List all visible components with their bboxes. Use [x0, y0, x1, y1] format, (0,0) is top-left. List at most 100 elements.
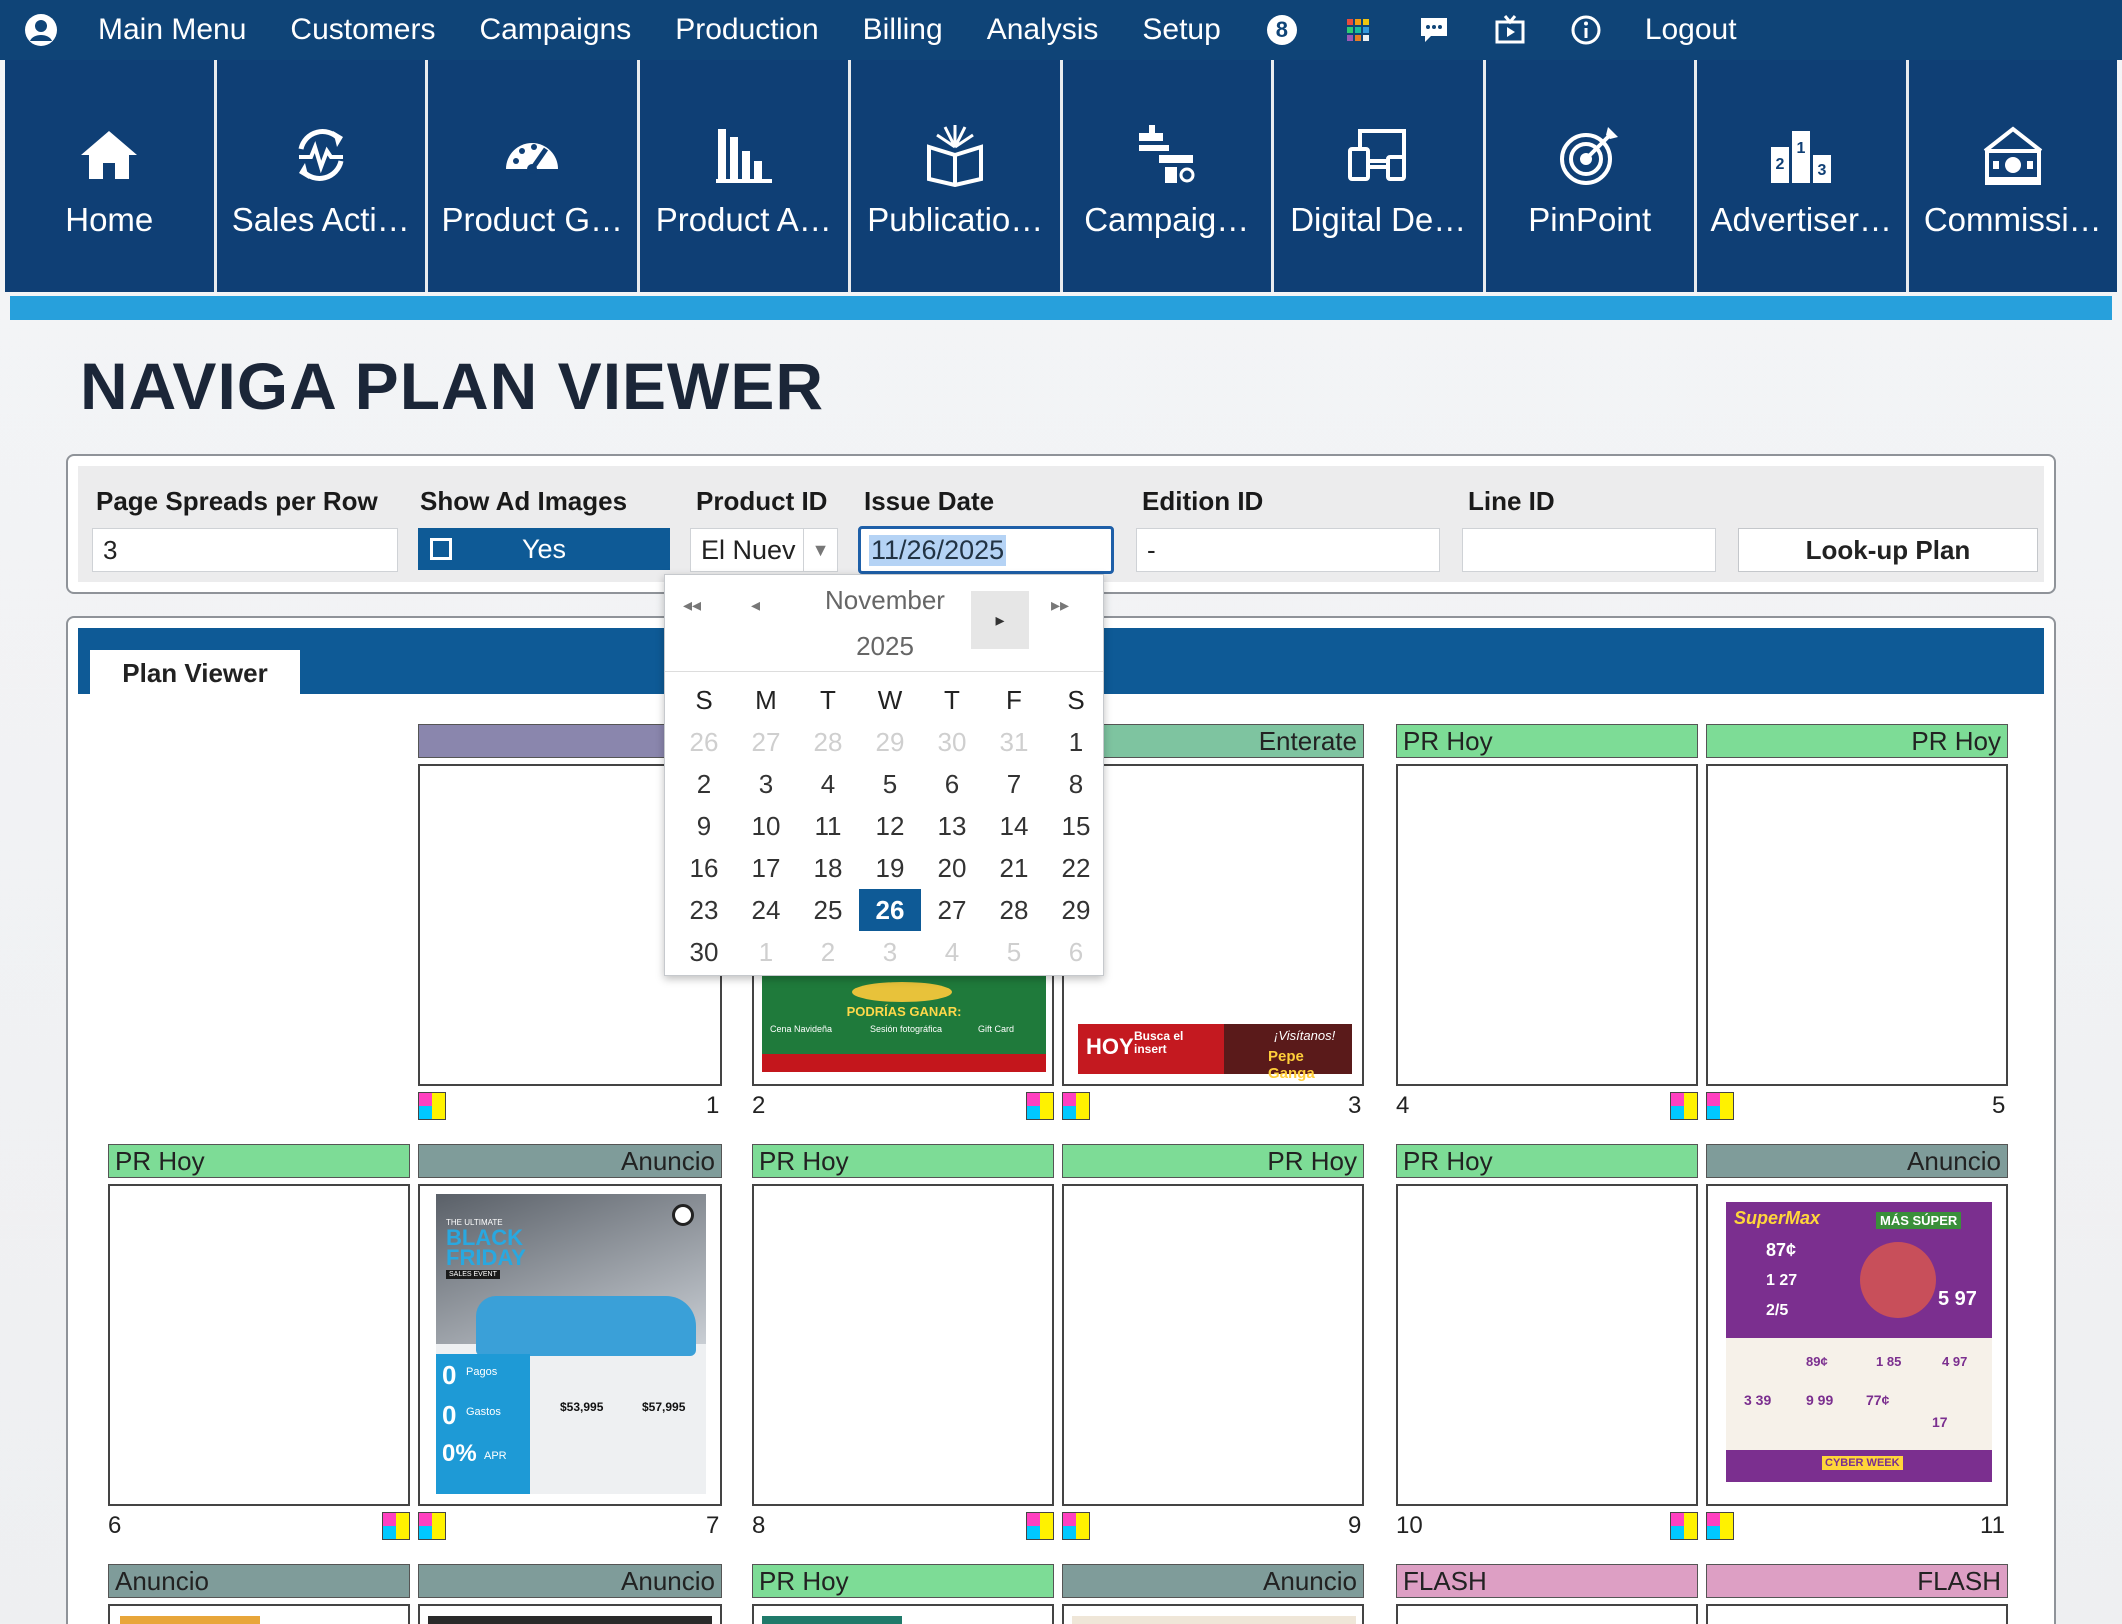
- ad-image[interactable]: HOY Busca el insert ¡Visítanos! Pepe Gan…: [1078, 1024, 1352, 1082]
- tile-commission[interactable]: Commissi…: [1908, 60, 2117, 292]
- spreads-input[interactable]: 3: [92, 528, 398, 572]
- calendar-day[interactable]: 10: [735, 805, 797, 847]
- calendar-day[interactable]: 19: [859, 847, 921, 889]
- tile-campaign[interactable]: Campaig…: [1062, 60, 1271, 292]
- color-mode-icon[interactable]: [1026, 1512, 1054, 1540]
- calendar-day[interactable]: 26: [673, 721, 735, 763]
- tile-publication[interactable]: Publicatio…: [851, 60, 1060, 292]
- calendar-day[interactable]: 14: [983, 805, 1045, 847]
- apps-grid-icon[interactable]: [1341, 13, 1375, 47]
- ad-image[interactable]: SuperMax MÁS SÚPER 87¢ 1 27 2/5 5 97 3 3…: [1726, 1202, 1992, 1482]
- tab-plan-viewer[interactable]: Plan Viewer: [90, 650, 300, 696]
- tile-product-g[interactable]: Product G…: [428, 60, 637, 292]
- tile-product-a[interactable]: Product A…: [639, 60, 848, 292]
- menu-setup[interactable]: Setup: [1142, 13, 1220, 47]
- calendar-day[interactable]: 11: [797, 805, 859, 847]
- calendar-day[interactable]: 12: [859, 805, 921, 847]
- calendar-day[interactable]: 30: [673, 931, 735, 973]
- calendar-day[interactable]: 8: [1045, 763, 1107, 805]
- calendar-day[interactable]: 16: [673, 847, 735, 889]
- page-17[interactable]: [1706, 1604, 2008, 1624]
- page-6[interactable]: [108, 1184, 410, 1506]
- product-select[interactable]: El Nuev ▼: [690, 528, 838, 572]
- page-14[interactable]: [752, 1604, 1054, 1624]
- calendar-day[interactable]: 25: [797, 889, 859, 931]
- tile-digital-de[interactable]: Digital De…: [1274, 60, 1483, 292]
- calendar-day[interactable]: 28: [797, 721, 859, 763]
- menu-billing[interactable]: Billing: [863, 13, 943, 47]
- calendar-day[interactable]: 13: [921, 805, 983, 847]
- chevron-down-icon[interactable]: ▼: [803, 529, 837, 571]
- page-8[interactable]: [752, 1184, 1054, 1506]
- calendar-day[interactable]: 7: [983, 763, 1045, 805]
- ad-image[interactable]: [120, 1616, 260, 1624]
- color-mode-icon[interactable]: [382, 1512, 410, 1540]
- ad-image[interactable]: THE ULTIMATE BLACK FRIDAY SALES EVENT 0 …: [436, 1194, 706, 1494]
- next-month-icon[interactable]: ▸: [971, 591, 1029, 649]
- color-mode-icon[interactable]: [1062, 1512, 1090, 1540]
- page-5[interactable]: [1706, 764, 2008, 1086]
- color-mode-icon[interactable]: [418, 1092, 446, 1120]
- info-icon[interactable]: [1569, 13, 1603, 47]
- calendar-day[interactable]: 23: [673, 889, 735, 931]
- calendar-day[interactable]: 27: [921, 889, 983, 931]
- notification-badge[interactable]: 8: [1265, 13, 1299, 47]
- calendar-day[interactable]: 31: [983, 721, 1045, 763]
- calendar-day[interactable]: 4: [921, 931, 983, 973]
- calendar-day[interactable]: 3: [735, 763, 797, 805]
- issue-date-input[interactable]: 11/26/2025: [858, 526, 1114, 574]
- page-16[interactable]: [1396, 1604, 1698, 1624]
- color-mode-icon[interactable]: [1670, 1092, 1698, 1120]
- calendar-day[interactable]: 6: [921, 763, 983, 805]
- lookup-plan-button[interactable]: Look-up Plan: [1738, 528, 2038, 572]
- ad-image[interactable]: [1072, 1616, 1356, 1624]
- calendar-day[interactable]: 27: [735, 721, 797, 763]
- user-icon[interactable]: [24, 13, 58, 47]
- page-12[interactable]: [108, 1604, 410, 1624]
- calendar-day[interactable]: 17: [735, 847, 797, 889]
- calendar-day[interactable]: 22: [1045, 847, 1107, 889]
- tile-sales-activity[interactable]: Sales Acti…: [216, 60, 425, 292]
- calendar-day[interactable]: 4: [797, 763, 859, 805]
- menu-analysis[interactable]: Analysis: [987, 13, 1099, 47]
- menu-production[interactable]: Production: [675, 13, 818, 47]
- color-mode-icon[interactable]: [1062, 1092, 1090, 1120]
- tile-advertiser[interactable]: 213 Advertiser…: [1697, 60, 1906, 292]
- tile-home[interactable]: Home: [5, 60, 214, 292]
- calendar-day[interactable]: 6: [1045, 931, 1107, 973]
- menu-customers[interactable]: Customers: [290, 13, 435, 47]
- edition-input[interactable]: -: [1136, 528, 1440, 572]
- calendar-day[interactable]: 29: [859, 721, 921, 763]
- menu-campaigns[interactable]: Campaigns: [479, 13, 631, 47]
- page-10[interactable]: [1396, 1184, 1698, 1506]
- menu-main-menu[interactable]: Main Menu: [98, 13, 246, 47]
- calendar-day[interactable]: 5: [983, 931, 1045, 973]
- page-13[interactable]: [418, 1604, 722, 1624]
- logout-link[interactable]: Logout: [1645, 13, 1737, 47]
- color-mode-icon[interactable]: [1670, 1512, 1698, 1540]
- color-mode-icon[interactable]: [1706, 1512, 1734, 1540]
- calendar-day[interactable]: 18: [797, 847, 859, 889]
- calendar-day[interactable]: 15: [1045, 805, 1107, 847]
- page-4[interactable]: [1396, 764, 1698, 1086]
- page-15[interactable]: [1062, 1604, 1364, 1624]
- calendar-day[interactable]: 20: [921, 847, 983, 889]
- ad-image[interactable]: [762, 1616, 902, 1624]
- video-icon[interactable]: [1493, 13, 1527, 47]
- calendar-day[interactable]: 3: [859, 931, 921, 973]
- show-ad-toggle[interactable]: Yes: [418, 528, 670, 570]
- calendar-day[interactable]: 24: [735, 889, 797, 931]
- page-9[interactable]: [1062, 1184, 1364, 1506]
- calendar-day[interactable]: 2: [673, 763, 735, 805]
- page-3[interactable]: HOY Busca el insert ¡Visítanos! Pepe Gan…: [1062, 764, 1364, 1086]
- next-year-icon[interactable]: ▸▸: [1051, 595, 1069, 616]
- color-mode-icon[interactable]: [1706, 1092, 1734, 1120]
- page-11[interactable]: SuperMax MÁS SÚPER 87¢ 1 27 2/5 5 97 3 3…: [1706, 1184, 2008, 1506]
- ad-image[interactable]: [428, 1616, 712, 1624]
- calendar-day[interactable]: 9: [673, 805, 735, 847]
- calendar-day[interactable]: 29: [1045, 889, 1107, 931]
- calendar-day[interactable]: 21: [983, 847, 1045, 889]
- chat-icon[interactable]: [1417, 13, 1451, 47]
- calendar-day[interactable]: 2: [797, 931, 859, 973]
- calendar-day[interactable]: 28: [983, 889, 1045, 931]
